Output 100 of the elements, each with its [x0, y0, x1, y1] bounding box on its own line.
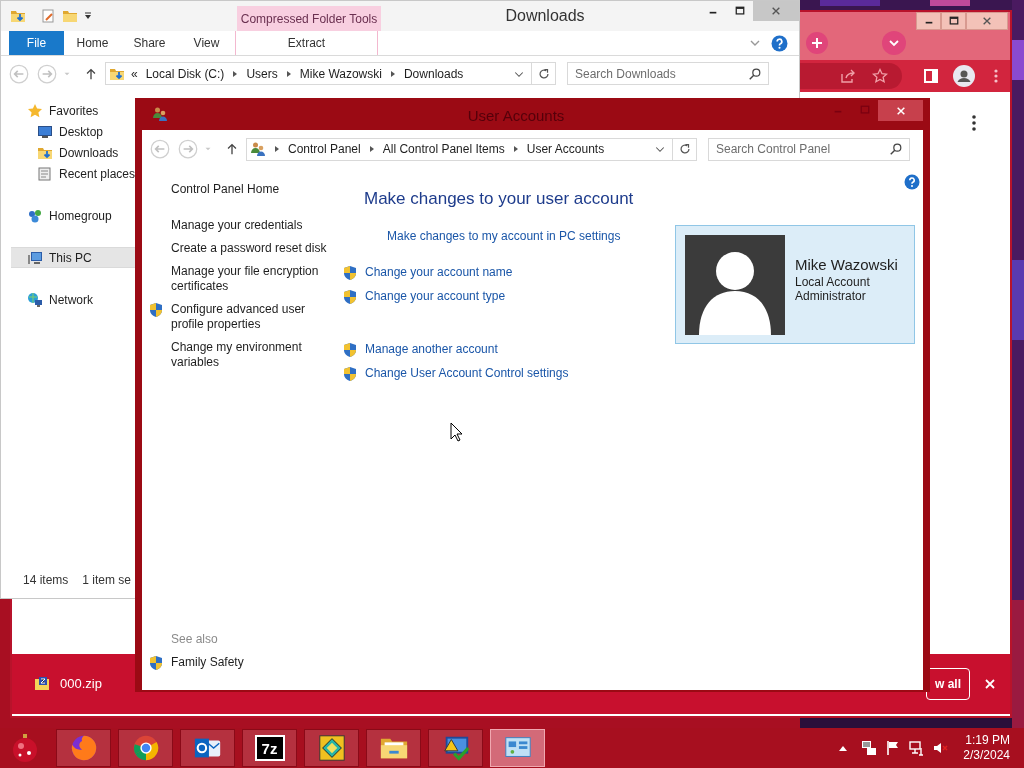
- show-hidden-icons-icon[interactable]: [839, 745, 848, 751]
- account-detail: Local Account: [795, 274, 871, 289]
- link[interactable]: Manage your credentials: [171, 218, 303, 233]
- separator-arrow-icon[interactable]: [232, 69, 239, 78]
- users-icon: [152, 106, 168, 122]
- nav-item[interactable]: Homegroup: [1, 205, 136, 226]
- nav-item[interactable]: Network: [1, 289, 136, 310]
- contextual-tab-group: Compressed Folder Tools: [237, 6, 381, 31]
- share-icon[interactable]: [840, 68, 856, 84]
- separator-arrow-icon[interactable]: [389, 69, 396, 78]
- maximize-icon: [734, 6, 745, 16]
- close-icon: [982, 16, 992, 26]
- ribbon-tab[interactable]: Home: [64, 31, 121, 55]
- avatar-icon: [685, 234, 785, 335]
- link[interactable]: Control Panel Home: [171, 182, 280, 197]
- dropdown-icon[interactable]: [84, 12, 92, 20]
- link[interactable]: Family Safety: [171, 655, 244, 670]
- close-button[interactable]: [878, 100, 923, 121]
- link[interactable]: Change your account type: [365, 289, 506, 304]
- nav-item[interactable]: This PC: [11, 247, 136, 268]
- muted-speaker-icon[interactable]: [933, 740, 950, 756]
- link[interactable]: Change User Account Control settings: [365, 366, 569, 381]
- address-bar[interactable]: « Local Disk (C:) Users Mike Wazowski Downloads: [105, 62, 556, 85]
- search-input[interactable]: Search Downloads: [575, 64, 748, 83]
- nav-item[interactable]: Downloads: [1, 142, 136, 163]
- separator-arrow-icon[interactable]: [274, 145, 280, 153]
- network-icon: [27, 291, 43, 308]
- up-icon[interactable]: [225, 142, 239, 156]
- window-title: User Accounts: [466, 106, 566, 126]
- shield-icon: [342, 265, 358, 281]
- nav-item[interactable]: Desktop: [1, 121, 136, 142]
- link[interactable]: Change my environment variables: [171, 340, 337, 370]
- up-icon[interactable]: [84, 66, 98, 81]
- shield-icon: [148, 302, 164, 318]
- link[interactable]: Manage another account: [365, 342, 498, 357]
- separator-arrow-icon[interactable]: [368, 145, 375, 153]
- shield-icon: [342, 366, 358, 382]
- more-icon[interactable]: [971, 115, 977, 131]
- search-field[interactable]: Search Control Panel: [708, 137, 910, 161]
- taskbar-button[interactable]: [428, 729, 483, 767]
- maximize-icon: [948, 16, 959, 26]
- breadcrumb-item[interactable]: Mike Wazowski: [299, 64, 382, 83]
- maximize-icon: [859, 105, 870, 115]
- section-label: See also: [170, 632, 219, 647]
- link[interactable]: Create a password reset disk: [171, 241, 327, 256]
- network-icon[interactable]: [861, 740, 878, 756]
- maximize-button[interactable]: [941, 12, 966, 30]
- breadcrumb-item[interactable]: Downloads: [403, 64, 464, 83]
- download-item[interactable]: 000.zip: [34, 674, 102, 694]
- close-icon: [895, 105, 906, 116]
- side-panel-icon[interactable]: [923, 68, 939, 84]
- avatar-icon[interactable]: [953, 65, 975, 87]
- chevron-down-icon: [888, 37, 900, 49]
- shield-icon: [148, 655, 164, 671]
- document-icon: [37, 165, 53, 182]
- clock-time[interactable]: 1:19 PM: [965, 733, 1010, 748]
- tab-search-button[interactable]: [882, 31, 906, 55]
- desktop-icon: [37, 123, 53, 140]
- refresh-icon[interactable]: [677, 142, 692, 156]
- link[interactable]: Change your account name: [365, 265, 513, 280]
- help-icon[interactable]: [904, 174, 920, 190]
- star-icon[interactable]: [872, 68, 888, 84]
- breadcrumb-item[interactable]: Local Disk (C:): [145, 64, 225, 83]
- link[interactable]: Configure advanced user profile properties: [171, 302, 337, 332]
- taskbar-button[interactable]: [180, 729, 235, 767]
- address-bar[interactable]: Control Panel All Control Panel Items User Accounts: [246, 137, 697, 161]
- separator-arrow-icon[interactable]: [285, 69, 292, 78]
- separator-arrow-icon[interactable]: [512, 145, 519, 153]
- nav-item[interactable]: Recent places: [1, 163, 136, 184]
- page-heading: Make changes to your user account: [364, 189, 635, 209]
- breadcrumb-item[interactable]: Users: [246, 64, 278, 83]
- taskbar-button[interactable]: [304, 729, 359, 767]
- close-icon: [984, 678, 996, 690]
- menu-icon[interactable]: [993, 68, 999, 84]
- shield-icon: [342, 342, 358, 358]
- help-icon[interactable]: [771, 34, 788, 52]
- file-tab[interactable]: File: [9, 31, 64, 55]
- breadcrumb-item[interactable]: All Control Panel Items: [382, 140, 505, 158]
- taskbar-button[interactable]: [56, 729, 111, 767]
- folder-icon[interactable]: [10, 8, 26, 24]
- ribbon-tab[interactable]: Share: [121, 31, 178, 55]
- breadcrumb-item[interactable]: Control Panel: [288, 140, 361, 158]
- breadcrumb-item[interactable]: User Accounts: [526, 140, 605, 158]
- document-icon[interactable]: [40, 8, 56, 24]
- monitor-icon[interactable]: [909, 740, 926, 756]
- refresh-icon[interactable]: [536, 66, 551, 81]
- nav-item[interactable]: Favorites: [1, 100, 136, 121]
- overflow-chevron[interactable]: «: [131, 64, 138, 83]
- taskbar-button[interactable]: [366, 729, 421, 767]
- ribbon-tab[interactable]: View: [178, 31, 235, 55]
- taskbar-button[interactable]: [118, 729, 173, 767]
- shield-icon: [342, 289, 358, 305]
- link[interactable]: Make changes to my account in PC settings: [387, 229, 621, 244]
- taskbar-button[interactable]: 7z: [242, 729, 297, 767]
- search-input[interactable]: Search Control Panel: [716, 140, 889, 158]
- link[interactable]: Manage your file encryption certificates: [171, 264, 337, 294]
- clock-date[interactable]: 2/3/2024: [963, 748, 1010, 763]
- new-tab-button[interactable]: [806, 32, 828, 54]
- search-icon: [889, 142, 903, 156]
- search-field[interactable]: Search Downloads: [567, 62, 769, 85]
